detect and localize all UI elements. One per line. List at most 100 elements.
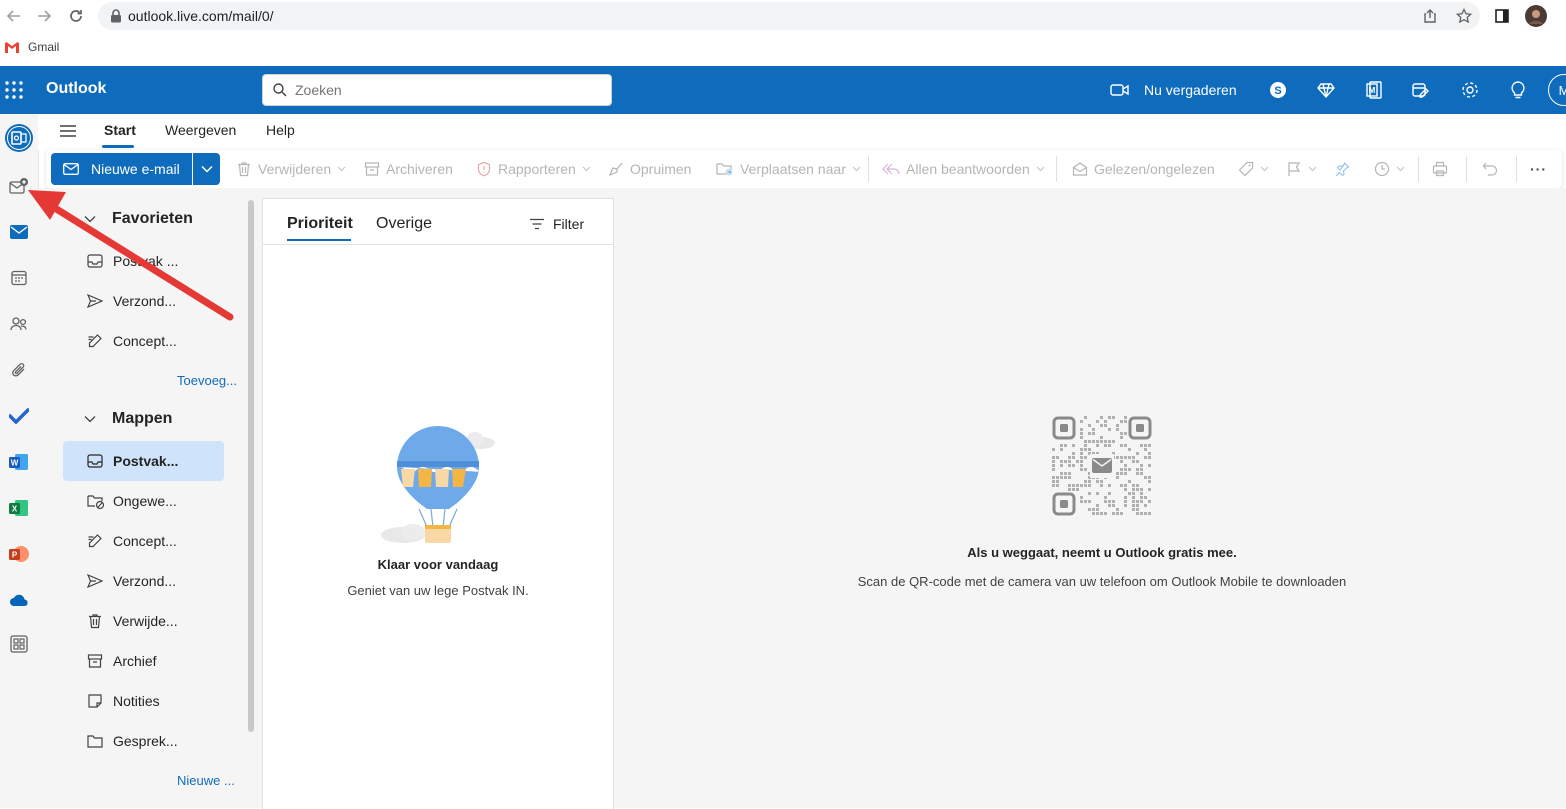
tab-start[interactable]: Start [104, 122, 136, 138]
chevron-down-icon [1308, 166, 1317, 172]
tab-focused[interactable]: Prioriteit [287, 215, 353, 233]
move-to-button[interactable]: Verplaatsen naar [716, 150, 861, 188]
folders-section-header[interactable]: Mappen [40, 399, 250, 439]
meet-now-button[interactable]: Nu vergaderen [1110, 78, 1237, 102]
share-icon[interactable] [1422, 8, 1438, 24]
outlook-app-icon[interactable] [3, 122, 35, 154]
empty-inbox-subtitle: Geniet van uw lege Postvak IN. [347, 583, 529, 598]
ribbon-separator [1466, 156, 1467, 182]
report-label: Rapporteren [498, 161, 576, 177]
app-launcher-icon[interactable] [4, 80, 24, 100]
undo-icon [1482, 161, 1498, 177]
onedrive-icon[interactable] [3, 584, 35, 616]
favorite-inbox[interactable]: Postvak ... [63, 241, 224, 281]
more-apps-icon[interactable] [3, 628, 35, 660]
read-unread-button[interactable]: Gelezen/ongelezen [1072, 150, 1215, 188]
reading-pane-title: Als u weggaat, neemt u Outlook gratis me… [967, 545, 1237, 560]
new-mail-app-icon[interactable] [3, 170, 35, 202]
side-panel-icon[interactable] [1490, 4, 1514, 28]
folder-deleted[interactable]: Verwijde... [63, 601, 224, 641]
report-button[interactable]: Rapporteren [476, 150, 591, 188]
forward-icon[interactable] [32, 4, 56, 28]
new-mail-button[interactable]: Nieuwe e-mail [51, 153, 192, 185]
my-day-icon[interactable] [1408, 78, 1432, 102]
office-apps-icon[interactable]: M [1362, 78, 1386, 102]
trash-icon [236, 161, 252, 177]
hamburger-menu-icon[interactable] [58, 123, 78, 139]
back-icon[interactable] [2, 4, 26, 28]
mail-icon[interactable] [3, 216, 35, 248]
drafts-pencil-icon [87, 533, 109, 549]
search-input[interactable] [293, 81, 597, 99]
account-avatar[interactable]: M [1548, 74, 1566, 106]
gmail-bookmark[interactable]: Gmail [4, 40, 59, 54]
folder-pane-scrollbar[interactable] [248, 200, 254, 732]
sweep-button[interactable]: Opruimen [608, 150, 691, 188]
outlook-header: Outlook Nu vergaderen S M M [0, 66, 1566, 114]
archive-icon [87, 653, 109, 669]
archive-icon [364, 161, 380, 177]
more-options-button[interactable]: ··· [1530, 150, 1547, 188]
calendar-icon[interactable] [3, 262, 35, 294]
premium-diamond-icon[interactable] [1314, 78, 1338, 102]
lock-icon [110, 9, 122, 23]
undo-button[interactable] [1482, 150, 1498, 188]
address-bar[interactable]: outlook.live.com/mail/0/ [98, 2, 1480, 30]
filter-button[interactable]: Filter [529, 216, 584, 232]
broom-icon [608, 161, 624, 177]
qr-code [1052, 416, 1152, 516]
bookmarks-bar: Gmail [0, 32, 1566, 66]
folder-notes[interactable]: Notities [63, 681, 224, 721]
flag-button[interactable] [1286, 150, 1317, 188]
tips-lightbulb-icon[interactable] [1506, 78, 1530, 102]
skype-icon[interactable]: S [1266, 78, 1290, 102]
read-unread-label: Gelezen/ongelezen [1094, 161, 1215, 177]
powerpoint-icon[interactable]: P [3, 538, 35, 570]
folder-archive[interactable]: Archief [63, 641, 224, 681]
chevron-down-icon [200, 165, 213, 173]
print-button[interactable] [1432, 150, 1448, 188]
add-favorite-link[interactable]: Toevoeg... [177, 373, 237, 388]
move-to-label: Verplaatsen naar [740, 161, 846, 177]
favorite-drafts[interactable]: Concept... [63, 321, 224, 361]
settings-gear-icon[interactable] [1458, 78, 1482, 102]
delete-button[interactable]: Verwijderen [236, 150, 346, 188]
send-icon [87, 574, 109, 588]
categorize-button[interactable] [1238, 150, 1269, 188]
svg-text:X: X [12, 505, 18, 514]
bookmark-star-icon[interactable] [1456, 8, 1472, 24]
new-mail-dropdown[interactable] [193, 153, 220, 185]
people-icon[interactable] [3, 308, 35, 340]
attachment-paperclip-icon[interactable] [3, 354, 35, 386]
folder-junk[interactable]: Ongewe... [63, 481, 224, 521]
reload-icon[interactable] [64, 4, 88, 28]
pin-button[interactable] [1334, 150, 1350, 188]
ribbon-separator [1516, 156, 1517, 182]
hot-air-balloon-illustration [373, 421, 503, 551]
shield-icon [476, 161, 492, 177]
new-folder-link[interactable]: Nieuwe ... [177, 773, 235, 788]
favorite-sent[interactable]: Verzond... [63, 281, 224, 321]
tag-icon [1238, 161, 1254, 177]
excel-icon[interactable]: X [3, 492, 35, 524]
favorites-section-header[interactable]: Favorieten [40, 199, 250, 239]
reply-all-button[interactable]: Allen beantwoorden [882, 150, 1045, 188]
app-title[interactable]: Outlook [46, 80, 106, 98]
snooze-button[interactable] [1374, 150, 1405, 188]
archive-button[interactable]: Archiveren [364, 150, 453, 188]
tab-view[interactable]: Weergeven [165, 122, 236, 138]
folder-conversations[interactable]: Gesprek... [63, 721, 224, 761]
word-icon[interactable]: W [3, 446, 35, 478]
todo-check-icon[interactable] [3, 400, 35, 432]
folder-sent[interactable]: Verzond... [63, 561, 224, 601]
tab-help[interactable]: Help [266, 122, 295, 138]
favorite-inbox-label: Postvak ... [113, 253, 179, 269]
svg-text:P: P [12, 551, 18, 560]
profile-avatar[interactable] [1524, 4, 1548, 28]
ribbon-toolbar: Nieuwe e-mail Verwijderen Archiveren Rap… [46, 150, 1562, 188]
folder-inbox[interactable]: Postvak... [63, 441, 224, 481]
tab-other[interactable]: Overige [376, 215, 432, 233]
folder-drafts[interactable]: Concept... [63, 521, 224, 561]
search-box[interactable] [262, 74, 612, 106]
folder-pane: Favorieten Postvak ... Verzond... Concep… [40, 196, 258, 808]
